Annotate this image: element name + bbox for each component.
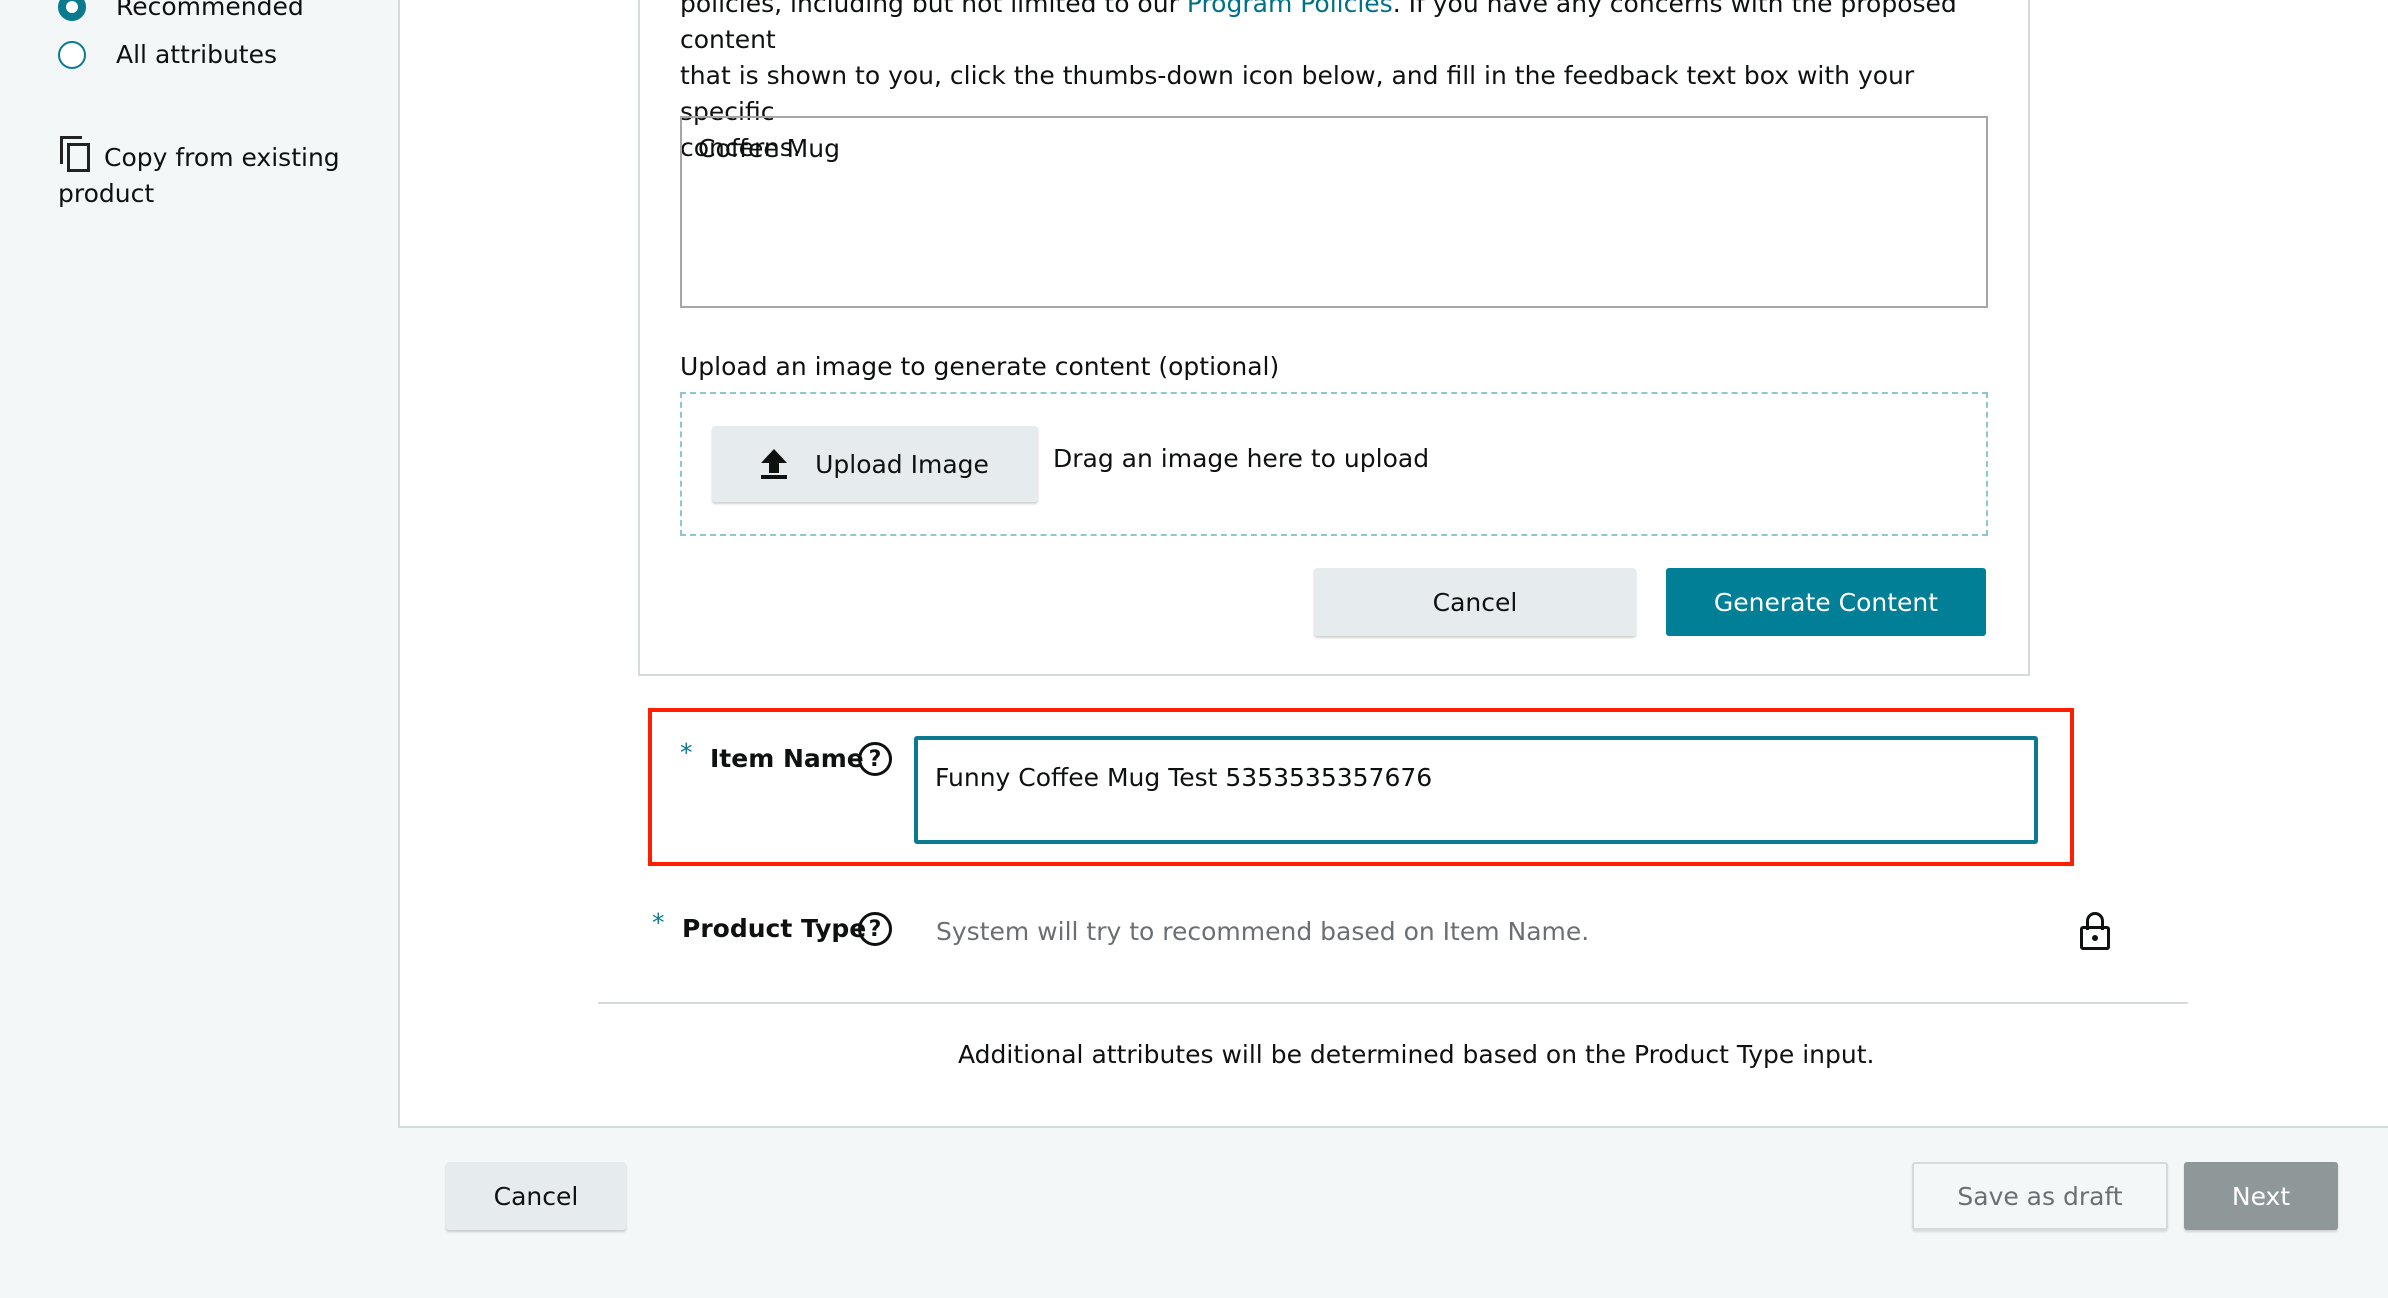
radio-all-attributes-label: All attributes (116, 40, 278, 69)
upload-label: Upload an image to generate content (opt… (680, 352, 1280, 381)
item-name-input[interactable]: Funny Coffee Mug Test 5353535357676 (914, 736, 2038, 844)
copy-from-existing-label: Copy from existing product (58, 143, 340, 208)
upload-image-label: Upload Image (815, 449, 989, 479)
radio-all-attributes[interactable]: All attributes (58, 40, 277, 69)
help-icon[interactable]: ? (858, 912, 892, 946)
copy-from-existing-link[interactable]: Copy from existing product (58, 134, 358, 212)
required-marker: * (652, 908, 665, 937)
product-type-label: Product Type (682, 914, 867, 943)
copy-icon (58, 134, 92, 172)
disclaimer-line-1: policies, including but not limited to o… (680, 0, 1187, 18)
drag-hint: Drag an image here to upload (1053, 444, 1430, 473)
radio-unchecked-icon[interactable] (58, 40, 86, 69)
generate-content-button[interactable]: Generate Content (1666, 568, 1986, 636)
product-type-placeholder: System will try to recommend based on It… (936, 917, 1590, 946)
section-divider (598, 1002, 2188, 1004)
next-button[interactable]: Next (2184, 1162, 2338, 1230)
radio-checked-icon[interactable] (58, 0, 86, 21)
lock-icon (2080, 912, 2110, 950)
ai-cancel-button[interactable]: Cancel (1314, 568, 1636, 636)
radio-recommended[interactable]: Recommended (58, 0, 304, 21)
additional-attributes-note: Additional attributes will be determined… (958, 1040, 1875, 1069)
help-icon[interactable]: ? (858, 742, 892, 776)
save-as-draft-button[interactable]: Save as draft (1912, 1162, 2168, 1230)
upload-image-button[interactable]: Upload Image (712, 426, 1038, 502)
cancel-button[interactable]: Cancel (446, 1162, 626, 1230)
item-name-label: Item Name (710, 744, 864, 773)
program-policies-link[interactable]: Program Policies (1187, 0, 1393, 18)
upload-icon (761, 449, 788, 479)
product-description-textarea[interactable]: Coffee Mug (680, 116, 1988, 308)
required-marker: * (680, 738, 693, 767)
radio-recommended-label: Recommended (116, 0, 304, 21)
